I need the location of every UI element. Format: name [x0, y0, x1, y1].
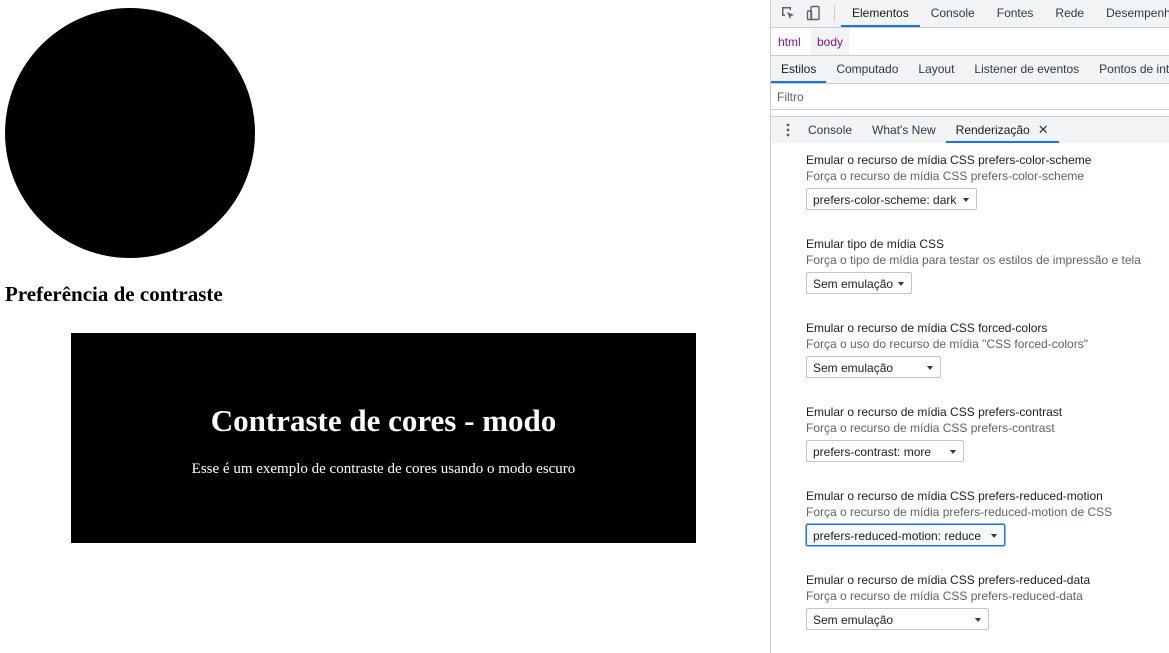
- inspect-element-icon[interactable]: [780, 5, 796, 21]
- close-icon[interactable]: ✕: [1038, 122, 1049, 137]
- rendering-panel: Emular o recurso de mídia CSS prefers-co…: [771, 143, 1169, 653]
- devtools-toolbar: Elementos Console Fontes Rede Desempenho: [771, 0, 1169, 28]
- setting-reduced-motion: Emular o recurso de mídia CSS prefers-re…: [806, 488, 1166, 546]
- setting-description: Força o recurso de mídia CSS prefers-con…: [806, 421, 1055, 435]
- setting-reduced-data: Emular o recurso de mídia CSS prefers-re…: [806, 572, 1166, 630]
- more-options-icon[interactable]: [786, 123, 790, 137]
- subtab-layout[interactable]: Layout: [908, 56, 964, 83]
- device-toolbar-icon[interactable]: [806, 5, 822, 21]
- setting-description: Força o recurso de mídia CSS prefers-col…: [806, 169, 1085, 183]
- chevron-down-icon: [927, 366, 933, 370]
- page-heading: Preferência de contraste: [5, 282, 223, 306]
- drawer-tab-renderizacao[interactable]: Renderização ✕: [945, 117, 1059, 143]
- main-tabs: Elementos Console Fontes Rede Desempenho: [841, 0, 1169, 27]
- chevron-down-icon: [898, 282, 904, 286]
- setting-description: Força o uso do recurso de mídia "CSS for…: [806, 337, 1088, 351]
- setting-forced-colors: Emular o recurso de mídia CSS forced-col…: [806, 320, 1166, 378]
- select-value: Sem emulação: [813, 277, 894, 291]
- setting-title: Emular tipo de mídia CSS: [806, 237, 945, 251]
- subtab-estilos[interactable]: Estilos: [771, 56, 827, 83]
- breadcrumb: html body: [771, 28, 1169, 56]
- forced-colors-select[interactable]: Sem emulação: [806, 356, 941, 378]
- tab-desempenho[interactable]: Desempenho: [1095, 0, 1169, 27]
- select-value: prefers-reduced-motion: reduce: [813, 529, 982, 543]
- subtab-listener-de-eventos[interactable]: Listener de eventos: [964, 56, 1089, 83]
- prefers-contrast-select[interactable]: prefers-contrast: more: [806, 440, 964, 462]
- reduced-data-select[interactable]: Sem emulação: [806, 608, 989, 630]
- black-circle: [5, 8, 255, 258]
- devtools-panel: Elementos Console Fontes Rede Desempenho…: [770, 0, 1169, 653]
- media-type-select[interactable]: Sem emulação: [806, 272, 912, 294]
- setting-title: Emular o recurso de mídia CSS prefers-co…: [806, 405, 1063, 419]
- setting-title: Emular o recurso de mídia CSS prefers-re…: [806, 573, 1091, 587]
- setting-color-scheme: Emular o recurso de mídia CSS prefers-co…: [806, 152, 1166, 210]
- chevron-down-icon: [950, 450, 956, 454]
- setting-description: Força o recurso de mídia CSS prefers-red…: [806, 589, 1083, 603]
- subtab-pontos-de-interrupcao[interactable]: Pontos de interrupção: [1089, 56, 1169, 83]
- setting-title: Emular o recurso de mídia CSS prefers-re…: [806, 489, 1103, 503]
- setting-media-type: Emular tipo de mídia CSS Força o tipo de…: [806, 236, 1166, 294]
- setting-prefers-contrast: Emular o recurso de mídia CSS prefers-co…: [806, 404, 1166, 462]
- tab-fontes[interactable]: Fontes: [986, 0, 1045, 27]
- setting-description: Força o tipo de mídia para testar os est…: [806, 253, 1141, 267]
- breadcrumb-html[interactable]: html: [778, 28, 801, 55]
- tab-rede[interactable]: Rede: [1044, 0, 1095, 27]
- tab-elementos[interactable]: Elementos: [841, 0, 920, 27]
- dark-box-text: Esse é um exemplo de contraste de cores …: [191, 461, 576, 477]
- subtab-computado[interactable]: Computado: [826, 56, 908, 83]
- page-viewport: Preferência de contraste Contraste de co…: [0, 0, 770, 653]
- breadcrumb-body[interactable]: body: [811, 28, 850, 55]
- dark-mode-box: Contraste de cores - modo Esse é um exem…: [71, 333, 696, 543]
- styles-subtabs: Estilos Computado Layout Listener de eve…: [771, 56, 1169, 84]
- select-value: prefers-contrast: more: [813, 445, 932, 459]
- filter-row: [771, 84, 1169, 110]
- filter-input[interactable]: [777, 88, 1157, 105]
- drawer-tabs: Console What's New Renderização ✕: [771, 116, 1169, 144]
- tab-console[interactable]: Console: [920, 0, 986, 27]
- drawer-tab-whats-new[interactable]: What's New: [862, 117, 946, 143]
- reduced-motion-select[interactable]: prefers-reduced-motion: reduce: [806, 524, 1005, 546]
- chevron-down-icon: [991, 534, 997, 538]
- select-value: Sem emulação: [813, 613, 894, 627]
- select-value: prefers-color-scheme: dark: [813, 193, 957, 207]
- color-scheme-select[interactable]: prefers-color-scheme: dark: [806, 188, 977, 210]
- chevron-down-icon: [963, 198, 969, 202]
- chevron-down-icon: [975, 618, 981, 622]
- setting-description: Força o recurso de mídia prefers-reduced…: [806, 505, 1113, 519]
- select-value: Sem emulação: [813, 361, 894, 375]
- setting-title: Emular o recurso de mídia CSS prefers-co…: [806, 153, 1092, 167]
- drawer-tab-renderizacao-label: Renderização: [955, 123, 1030, 137]
- setting-title: Emular o recurso de mídia CSS forced-col…: [806, 321, 1048, 335]
- drawer-tab-console[interactable]: Console: [798, 117, 862, 143]
- toolbar-separator: [834, 5, 835, 22]
- dark-box-title: Contraste de cores - modo: [210, 403, 557, 438]
